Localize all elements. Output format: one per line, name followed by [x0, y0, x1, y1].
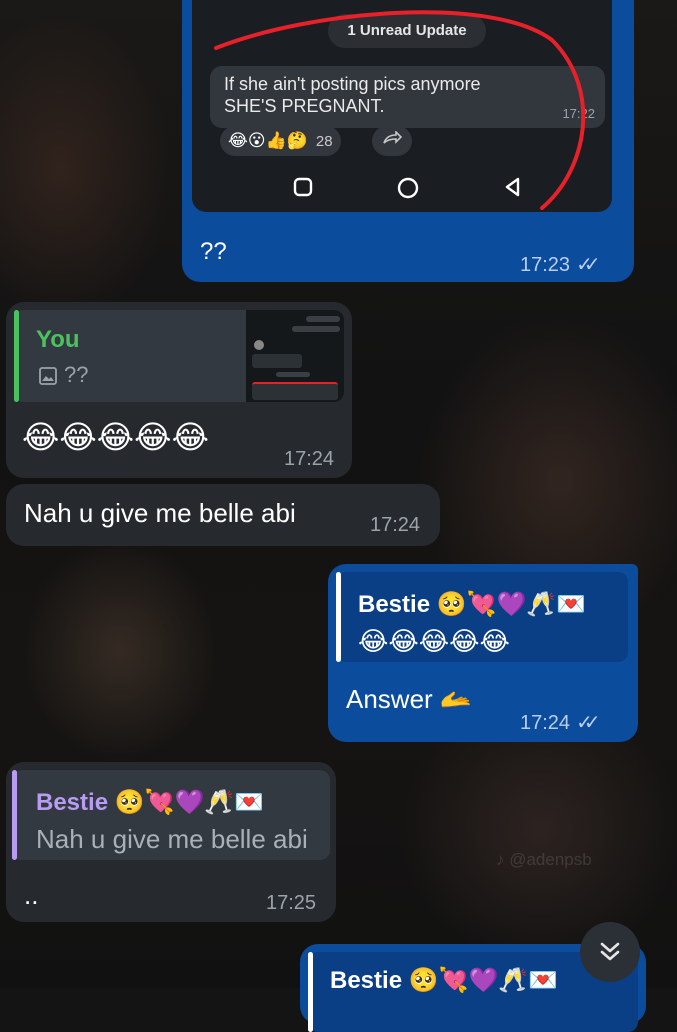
quote-text: Nah u give me belle abi [36, 824, 308, 854]
message-time: 17:24 [284, 448, 335, 470]
double-check-icon: ✓✓ [576, 254, 600, 276]
quote-thumbnail [246, 310, 344, 402]
shared-screenshot-image[interactable]: 1 Unread Update If she ain't posting pic… [192, 0, 612, 212]
message-emojis: 😂😂😂😂😂 [22, 419, 209, 455]
quote-sender-name: Bestie 🥺💘💜🥂💌 [330, 967, 559, 994]
red-annotation-circle [214, 10, 586, 210]
reply-quote[interactable]: You ?? [14, 310, 344, 402]
screenshot-message-bubble[interactable]: 1 Unread Update If she ain't posting pic… [182, 0, 634, 282]
quote-text: ?? [64, 362, 89, 387]
reply-message-bubble[interactable]: You ?? 😂😂😂😂😂 17:24 [6, 302, 352, 478]
message-time: 17:23 ✓✓ [520, 252, 600, 277]
scroll-down-button[interactable] [580, 922, 640, 982]
message-time: 17:24 ✓✓ [520, 710, 600, 735]
quote-sender-name: Bestie 🥺💘💜🥂💌 [36, 789, 265, 816]
quote-accent-bar [12, 770, 17, 860]
text-message-bubble[interactable]: Nah u give me belle abi 17:24 [6, 484, 440, 546]
message-time: 17:24 [370, 514, 421, 536]
message-caption: ?? [200, 238, 227, 265]
quote-sender-name: You [36, 326, 80, 353]
incoming-reply-bubble[interactable]: Bestie 🥺💘💜🥂💌 Nah u give me belle abi .. … [6, 762, 336, 922]
quote-accent-bar [336, 572, 341, 662]
image-icon [38, 366, 58, 391]
quote-text: 😂😂😂😂😂 [358, 626, 510, 656]
quote-sender-name: Bestie 🥺💘💜🥂💌 [358, 591, 587, 618]
chevron-double-down-icon [600, 942, 620, 961]
time-text: 17:24 [520, 712, 571, 734]
outgoing-reply-bubble[interactable]: Bestie 🥺💘💜🥂💌 😂😂😂😂😂 Answer 🫴 17:24 ✓✓ [328, 564, 638, 742]
message-text: Answer 🫴 [346, 684, 473, 714]
time-text: 17:23 [520, 254, 571, 276]
message-time: 17:25 [266, 892, 317, 914]
reply-quote[interactable]: Bestie 🥺💘💜🥂💌 😂😂😂😂😂 [336, 572, 628, 662]
message-text: Nah u give me belle abi [24, 498, 296, 528]
quote-accent-bar [308, 952, 313, 1032]
double-check-icon: ✓✓ [576, 712, 600, 734]
reply-quote[interactable]: Bestie 🥺💘💜🥂💌 Nah u give me belle abi [12, 770, 330, 860]
message-text: .. [24, 880, 39, 910]
tiktok-watermark: ♪ @adenpsb [496, 850, 592, 869]
quote-accent-bar [14, 310, 19, 402]
